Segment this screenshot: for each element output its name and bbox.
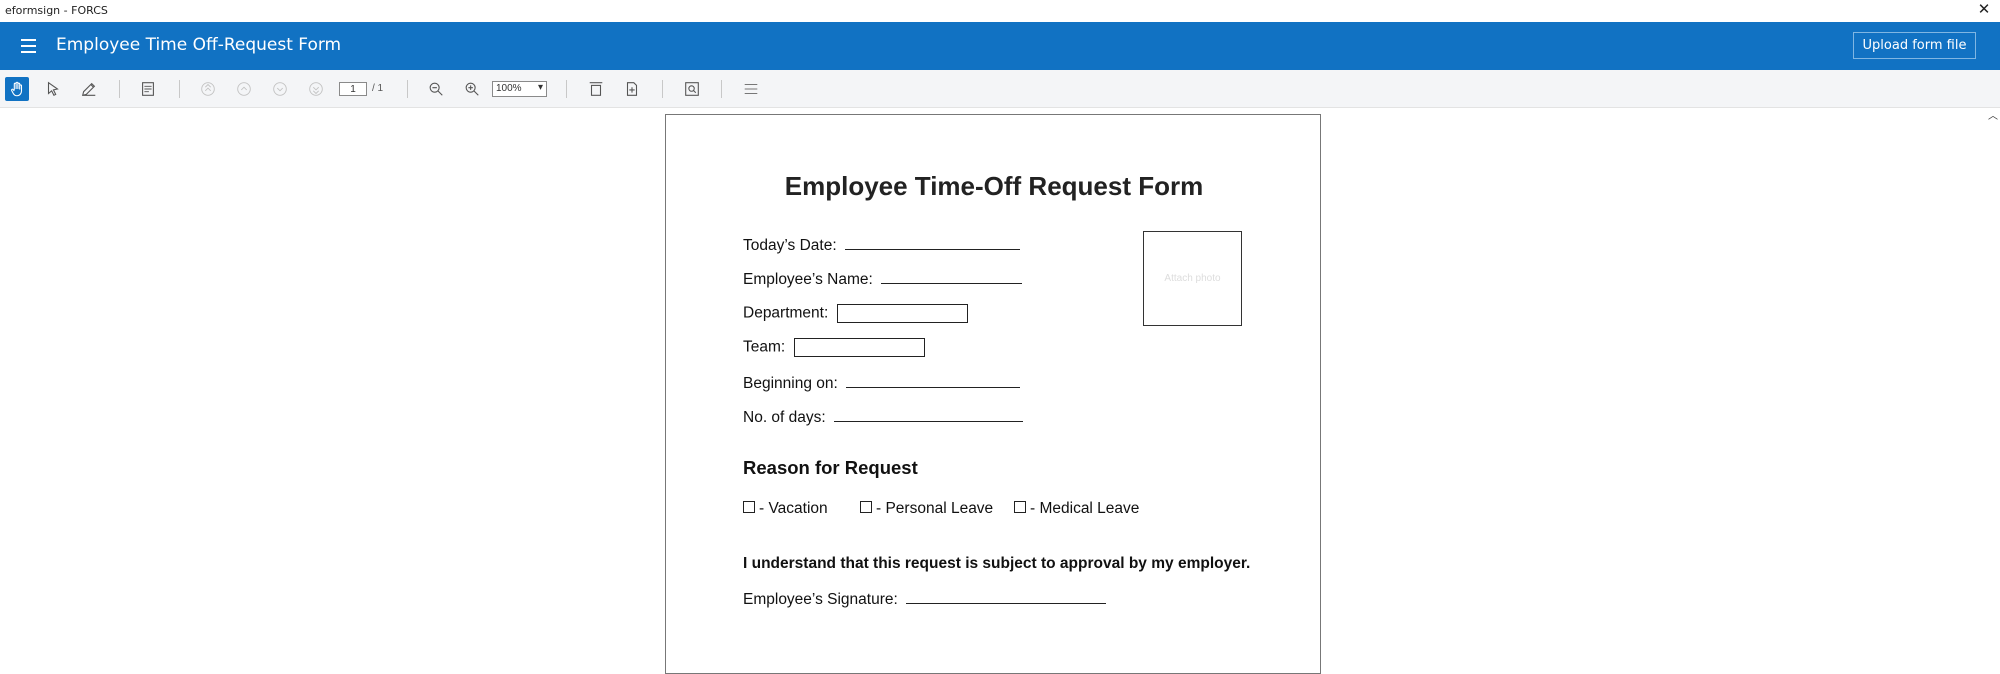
personal-leave-checkbox[interactable] bbox=[860, 501, 872, 513]
reason-heading: Reason for Request bbox=[743, 457, 918, 478]
signature-row: Employee’s Signature: bbox=[743, 589, 1107, 609]
today-date-label: Today’s Date: bbox=[743, 237, 837, 254]
beginning-on-field[interactable] bbox=[846, 373, 1021, 388]
more-menu-icon[interactable] bbox=[739, 77, 763, 101]
app-header: Employee Time Off-Request Form Upload fo… bbox=[0, 22, 2000, 70]
vertical-scrollbar[interactable]: ︿ bbox=[1986, 108, 2000, 623]
vacation-checkbox[interactable] bbox=[743, 501, 755, 513]
toolbar-separator bbox=[179, 80, 180, 98]
employee-name-row: Employee’s Name: bbox=[743, 269, 1023, 289]
no-of-days-label: No. of days: bbox=[743, 409, 826, 426]
personal-leave-option[interactable]: - Personal Leave bbox=[860, 500, 993, 518]
attach-photo-box[interactable]: Attach photo bbox=[1143, 231, 1242, 326]
toolbar-separator bbox=[721, 80, 722, 98]
first-page-icon[interactable] bbox=[196, 77, 220, 101]
toolbar-separator bbox=[119, 80, 120, 98]
window-title: eformsign - FORCS bbox=[5, 4, 108, 17]
zoom-out-icon[interactable] bbox=[424, 77, 448, 101]
hand-tool-icon[interactable] bbox=[5, 77, 29, 101]
find-icon[interactable] bbox=[680, 77, 704, 101]
zoom-level-value: 100% bbox=[496, 83, 522, 94]
team-field[interactable] bbox=[793, 338, 925, 357]
page-number-input[interactable]: 1 bbox=[339, 82, 367, 96]
scroll-up-icon[interactable]: ︿ bbox=[1988, 112, 1998, 122]
add-page-icon[interactable] bbox=[620, 77, 644, 101]
team-label: Team: bbox=[743, 338, 786, 356]
document-title: Employee Time-Off Request Form bbox=[784, 171, 1204, 201]
next-page-icon[interactable] bbox=[268, 77, 292, 101]
vacation-label: - Vacation bbox=[759, 500, 828, 517]
vacation-option[interactable]: - Vacation bbox=[743, 500, 828, 518]
medical-leave-checkbox[interactable] bbox=[1014, 501, 1026, 513]
zoom-in-icon[interactable] bbox=[460, 77, 484, 101]
signature-field[interactable] bbox=[906, 589, 1107, 604]
toolbar-separator bbox=[407, 80, 408, 98]
window-titlebar: eformsign - FORCS ✕ bbox=[0, 0, 2000, 22]
signature-label: Employee’s Signature: bbox=[743, 591, 898, 608]
hamburger-menu-icon[interactable] bbox=[18, 36, 42, 56]
no-of-days-row: No. of days: bbox=[743, 407, 1024, 427]
page-total: / 1 bbox=[372, 83, 384, 94]
today-date-row: Today’s Date: bbox=[743, 235, 1020, 255]
pen-edit-icon[interactable] bbox=[77, 77, 101, 101]
approval-acknowledgement: I understand that this request is subjec… bbox=[743, 555, 1251, 572]
no-of-days-field[interactable] bbox=[834, 407, 1024, 422]
document-page: Employee Time-Off Request Form Today’s D… bbox=[665, 114, 1321, 674]
employee-name-label: Employee’s Name: bbox=[743, 271, 873, 288]
team-row: Team: bbox=[743, 338, 925, 357]
chevron-down-icon: ▾ bbox=[537, 82, 543, 93]
department-field[interactable] bbox=[836, 304, 968, 323]
fit-page-icon[interactable] bbox=[584, 77, 608, 101]
employee-name-field[interactable] bbox=[881, 269, 1023, 284]
viewer-toolbar: 1 / 1 100% ▾ bbox=[0, 70, 2000, 108]
medical-leave-option[interactable]: - Medical Leave bbox=[1014, 500, 1139, 518]
form-title: Employee Time Off-Request Form bbox=[56, 35, 342, 55]
today-date-field[interactable] bbox=[844, 235, 1020, 250]
personal-leave-label: - Personal Leave bbox=[876, 500, 994, 517]
beginning-on-label: Beginning on: bbox=[743, 375, 838, 392]
form-fields-icon[interactable] bbox=[136, 77, 160, 101]
department-label: Department: bbox=[743, 304, 829, 322]
close-icon[interactable]: ✕ bbox=[1976, 1, 1992, 19]
upload-form-file-button[interactable]: Upload form file bbox=[1853, 32, 1976, 59]
prev-page-icon[interactable] bbox=[232, 77, 256, 101]
last-page-icon[interactable] bbox=[304, 77, 328, 101]
select-arrow-icon[interactable] bbox=[41, 77, 65, 101]
toolbar-separator bbox=[566, 80, 567, 98]
beginning-on-row: Beginning on: bbox=[743, 373, 1021, 393]
medical-leave-label: - Medical Leave bbox=[1030, 500, 1140, 517]
toolbar-separator bbox=[662, 80, 663, 98]
department-row: Department: bbox=[743, 304, 968, 323]
zoom-level-select[interactable]: 100% ▾ bbox=[492, 81, 547, 97]
